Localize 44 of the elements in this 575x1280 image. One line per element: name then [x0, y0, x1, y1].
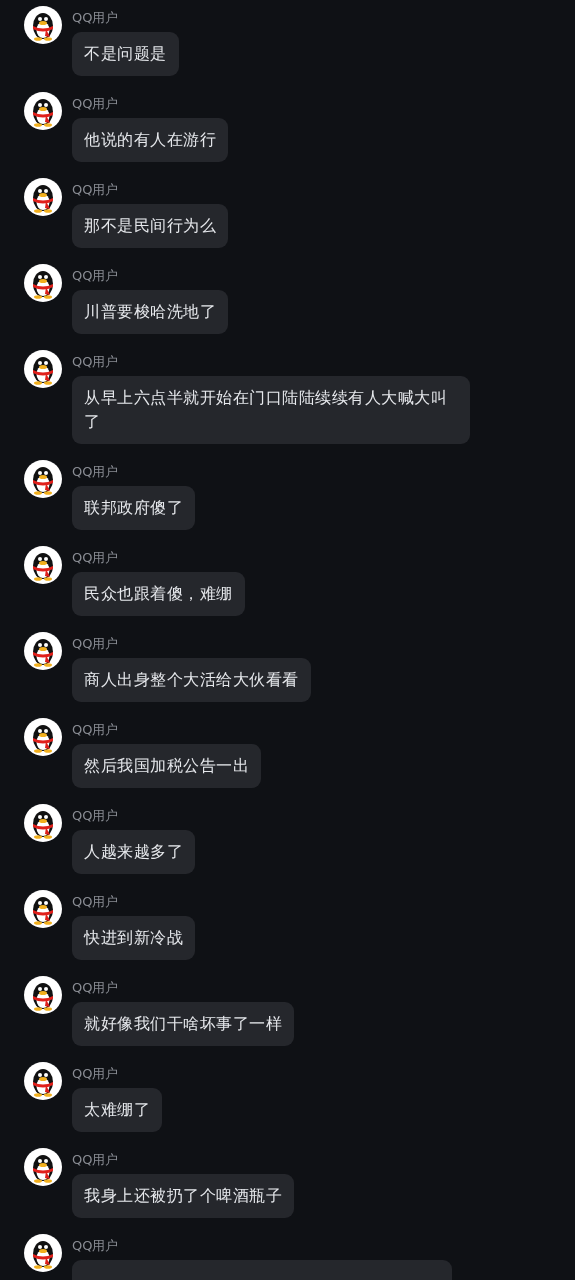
- message-bubble: 我身上还被扔了个啤酒瓶子: [72, 1174, 294, 1218]
- sender-name: QQ用户: [72, 808, 119, 824]
- penguin-avatar-icon: [24, 718, 62, 756]
- sender-name: QQ用户: [72, 1066, 119, 1082]
- penguin-avatar-icon: [24, 1148, 62, 1186]
- penguin-avatar-icon: [24, 1234, 62, 1272]
- penguin-avatar-icon: [24, 804, 62, 842]
- message-bubble: 商人出身整个大活给大伙看看: [72, 658, 311, 702]
- message-bubble: 那不是民间行为么: [72, 204, 228, 248]
- penguin-avatar-icon: [24, 350, 62, 388]
- message-bubble: 不是问题是: [72, 32, 179, 76]
- penguin-avatar-icon: [24, 92, 62, 130]
- penguin-avatar-icon: [24, 546, 62, 584]
- sender-name: QQ用户: [72, 550, 119, 566]
- message-bubble: 快进到新冷战: [72, 916, 195, 960]
- sender-name: QQ用户: [72, 182, 119, 198]
- penguin-avatar-icon: [24, 264, 62, 302]
- message-bubble: 他说的有人在游行: [72, 118, 228, 162]
- penguin-avatar-icon: [24, 178, 62, 216]
- penguin-avatar-icon: [24, 6, 62, 44]
- message-bubble: 人越来越多了: [72, 830, 195, 874]
- message-bubble: 从早上六点半就开始在门口陆陆续续有人大喊大叫了: [72, 376, 470, 444]
- sender-name: QQ用户: [72, 10, 119, 26]
- sender-name: QQ用户: [72, 1238, 119, 1254]
- sender-name: QQ用户: [72, 464, 119, 480]
- sender-name: QQ用户: [72, 894, 119, 910]
- sender-name: QQ用户: [72, 636, 119, 652]
- penguin-avatar-icon: [24, 976, 62, 1014]
- sender-name: QQ用户: [72, 1152, 119, 1168]
- sender-name: QQ用户: [72, 354, 119, 370]
- message-bubble: 然后我国加税公告一出: [72, 744, 261, 788]
- penguin-avatar-icon: [24, 460, 62, 498]
- penguin-avatar-icon: [24, 1062, 62, 1100]
- penguin-avatar-icon: [24, 890, 62, 928]
- message-bubble: 太难绷了: [72, 1088, 162, 1132]
- message-bubble: 民众也跟着傻，难绷: [72, 572, 245, 616]
- sender-name: QQ用户: [72, 722, 119, 738]
- sender-name: QQ用户: [72, 268, 119, 284]
- sender-name: QQ用户: [72, 980, 119, 996]
- penguin-avatar-icon: [24, 632, 62, 670]
- message-bubble: 就好像我们干啥坏事了一样: [72, 1002, 294, 1046]
- message-bubble: 联邦政府傻了: [72, 486, 195, 530]
- sender-name: QQ用户: [72, 96, 119, 112]
- message-bubble: 川普要梭哈洗地了: [72, 290, 228, 334]
